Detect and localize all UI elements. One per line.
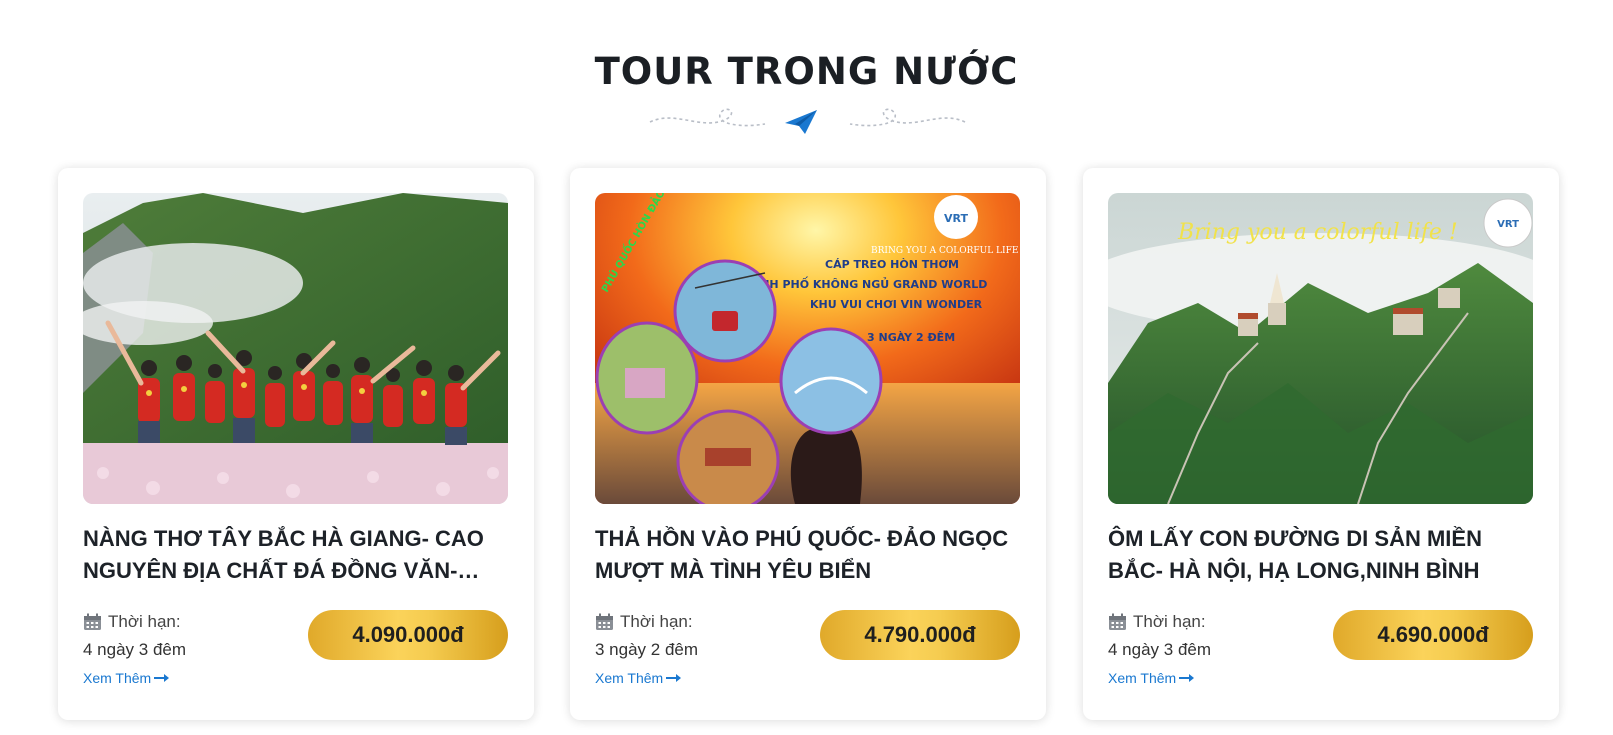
section-title: TOUR TRONG NƯỚC [594,50,1019,93]
poster-tagline: Bring you a colorful life ! [1177,220,1458,245]
poster-tagline: BRING YOU A COLORFUL LIFE [871,246,1018,256]
tour-image[interactable]: VRT BRING YOU A COLORFUL LIFE CÁP TREO H… [595,193,1020,504]
tour-title[interactable]: THẢ HỒN VÀO PHÚ QUỐC- ĐẢO NGỌC MƯỢT MÀ T… [595,523,1020,587]
poster-line: CÁP TREO HÒN THƠM [825,258,959,271]
tour-image[interactable] [83,193,508,504]
domestic-tours-section: TOUR TRONG NƯỚC NÀNG THƠ TÂY BẮC HÀ GIAN… [0,0,1613,735]
poster-line: 3 NGÀY 2 ĐÊM [867,331,955,344]
see-more-label: Xem Thêm [595,670,664,686]
tour-card[interactable]: NÀNG THƠ TÂY BẮC HÀ GIANG- CAO NGUYÊN ĐỊ… [58,168,534,720]
poster-line: THÀNH PHỐ KHÔNG NGỦ GRAND WORLD [735,276,987,291]
tour-meta: Thời hạn: 4 ngày 3 đêm Xem Thêm [1108,610,1328,688]
duration-label: Thời hạn: [620,612,693,631]
poster-line: KHU VUI CHƠI VIN WONDER [810,298,983,311]
price-button[interactable]: 4.790.000đ [820,610,1020,660]
title-divider [649,108,966,134]
tour-meta: Thời hạn: 4 ngày 3 đêm Xem Thêm [83,610,303,688]
duration-label: Thời hạn: [1133,612,1206,631]
calendar-icon [596,613,613,630]
price-button[interactable]: 4.090.000đ [308,610,508,660]
arrow-right-icon [666,674,682,682]
tour-meta: Thời hạn: 3 ngày 2 đêm Xem Thêm [595,610,815,688]
paper-plane-icon [785,110,817,134]
tour-image[interactable]: VRT Bring you a colorful life ! [1108,193,1533,504]
duration-value: 4 ngày 3 đêm [1108,640,1212,659]
see-more-link[interactable]: Xem Thêm [83,670,170,686]
calendar-icon [1109,613,1126,630]
tour-card[interactable]: VRT BRING YOU A COLORFUL LIFE CÁP TREO H… [570,168,1046,720]
duration-value: 3 ngày 2 đêm [595,640,699,659]
duration-label: Thời hạn: [108,612,181,631]
see-more-label: Xem Thêm [1108,670,1177,686]
tour-card[interactable]: VRT Bring you a colorful life ! ÔM LẤY C… [1083,168,1559,720]
calendar-icon [84,613,101,630]
see-more-link[interactable]: Xem Thêm [1108,670,1195,686]
see-more-link[interactable]: Xem Thêm [595,670,682,686]
svg-text:VRT: VRT [944,212,968,225]
svg-text:VRT: VRT [1497,219,1519,230]
arrow-right-icon [154,674,170,682]
tour-title[interactable]: NÀNG THƠ TÂY BẮC HÀ GIANG- CAO NGUYÊN ĐỊ… [83,523,508,587]
duration-value: 4 ngày 3 đêm [83,640,187,659]
see-more-label: Xem Thêm [83,670,152,686]
price-button[interactable]: 4.690.000đ [1333,610,1533,660]
arrow-right-icon [1179,674,1195,682]
tour-title[interactable]: ÔM LẤY CON ĐƯỜNG DI SẢN MIỀN BẮC- HÀ NỘI… [1108,523,1533,587]
